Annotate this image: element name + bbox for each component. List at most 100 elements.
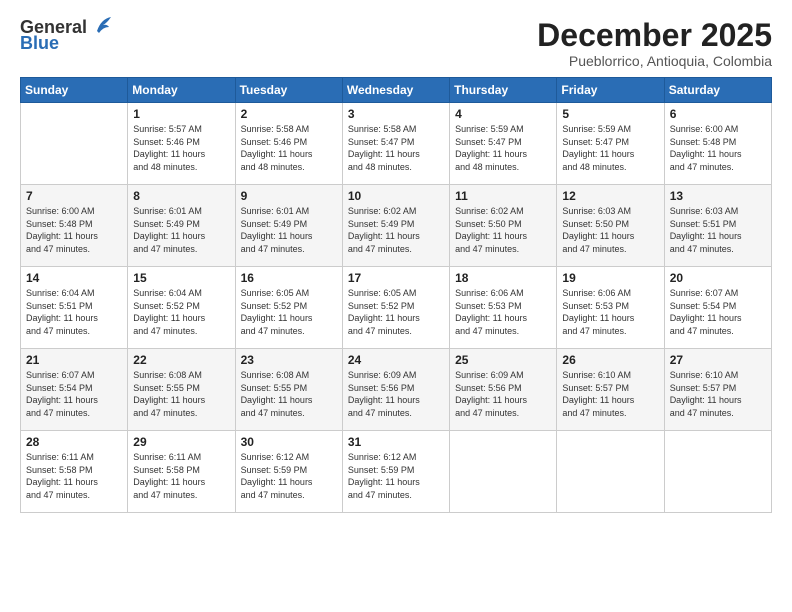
- cell-info-line: Sunrise: 6:06 AM: [455, 287, 551, 300]
- cell-info-line: Daylight: 11 hours: [348, 148, 444, 161]
- cell-w4-d5: 26Sunrise: 6:10 AMSunset: 5:57 PMDayligh…: [557, 349, 664, 431]
- cell-info-line: Sunset: 5:50 PM: [562, 218, 658, 231]
- col-tuesday: Tuesday: [235, 78, 342, 103]
- cell-info-line: Sunset: 5:52 PM: [241, 300, 337, 313]
- cell-info-line: and 47 minutes.: [133, 243, 229, 256]
- cell-info-line: Daylight: 11 hours: [26, 230, 122, 243]
- cell-w3-d0: 14Sunrise: 6:04 AMSunset: 5:51 PMDayligh…: [21, 267, 128, 349]
- day-number: 22: [133, 353, 229, 367]
- day-number: 12: [562, 189, 658, 203]
- cell-info-line: Sunset: 5:52 PM: [348, 300, 444, 313]
- cell-info-line: Daylight: 11 hours: [26, 394, 122, 407]
- day-number: 14: [26, 271, 122, 285]
- day-number: 25: [455, 353, 551, 367]
- cell-info-line: Daylight: 11 hours: [133, 476, 229, 489]
- day-number: 2: [241, 107, 337, 121]
- cell-info-line: Sunrise: 6:04 AM: [26, 287, 122, 300]
- cell-info-line: Daylight: 11 hours: [348, 312, 444, 325]
- cell-info-line: Sunset: 5:54 PM: [26, 382, 122, 395]
- day-number: 11: [455, 189, 551, 203]
- cell-info-line: Sunrise: 6:10 AM: [670, 369, 766, 382]
- cell-info-line: Daylight: 11 hours: [133, 148, 229, 161]
- cell-w1-d5: 5Sunrise: 5:59 AMSunset: 5:47 PMDaylight…: [557, 103, 664, 185]
- cell-info-line: and 47 minutes.: [455, 407, 551, 420]
- day-number: 19: [562, 271, 658, 285]
- cell-info-line: Daylight: 11 hours: [670, 394, 766, 407]
- cell-info-line: and 48 minutes.: [455, 161, 551, 174]
- cell-info-line: and 47 minutes.: [670, 161, 766, 174]
- cell-info-line: Sunset: 5:55 PM: [133, 382, 229, 395]
- cell-w5-d2: 30Sunrise: 6:12 AMSunset: 5:59 PMDayligh…: [235, 431, 342, 513]
- cell-info-line: Daylight: 11 hours: [241, 312, 337, 325]
- cell-info-line: Sunrise: 6:04 AM: [133, 287, 229, 300]
- cell-w1-d0: [21, 103, 128, 185]
- cell-info-line: and 48 minutes.: [348, 161, 444, 174]
- cell-info-line: Sunset: 5:54 PM: [670, 300, 766, 313]
- cell-info-line: Sunset: 5:47 PM: [455, 136, 551, 149]
- cell-w5-d0: 28Sunrise: 6:11 AMSunset: 5:58 PMDayligh…: [21, 431, 128, 513]
- cell-info-line: Sunset: 5:59 PM: [241, 464, 337, 477]
- cell-info-line: and 47 minutes.: [348, 243, 444, 256]
- cell-info-line: and 47 minutes.: [670, 407, 766, 420]
- cell-info-line: Sunset: 5:52 PM: [133, 300, 229, 313]
- day-number: 23: [241, 353, 337, 367]
- cell-info-line: Daylight: 11 hours: [455, 312, 551, 325]
- cell-info-line: and 47 minutes.: [26, 243, 122, 256]
- cell-info-line: Daylight: 11 hours: [562, 312, 658, 325]
- cell-info-line: and 47 minutes.: [26, 407, 122, 420]
- header-row: Sunday Monday Tuesday Wednesday Thursday…: [21, 78, 772, 103]
- cell-info-line: and 47 minutes.: [562, 243, 658, 256]
- cell-w3-d5: 19Sunrise: 6:06 AMSunset: 5:53 PMDayligh…: [557, 267, 664, 349]
- calendar-table: Sunday Monday Tuesday Wednesday Thursday…: [20, 77, 772, 513]
- cell-info-line: and 48 minutes.: [562, 161, 658, 174]
- cell-w1-d6: 6Sunrise: 6:00 AMSunset: 5:48 PMDaylight…: [664, 103, 771, 185]
- title-area: December 2025 Pueblorrico, Antioquia, Co…: [537, 18, 772, 69]
- cell-info-line: Sunrise: 5:59 AM: [562, 123, 658, 136]
- cell-info-line: Daylight: 11 hours: [670, 148, 766, 161]
- cell-w1-d2: 2Sunrise: 5:58 AMSunset: 5:46 PMDaylight…: [235, 103, 342, 185]
- day-number: 9: [241, 189, 337, 203]
- cell-info-line: Daylight: 11 hours: [26, 312, 122, 325]
- cell-info-line: Sunrise: 5:59 AM: [455, 123, 551, 136]
- cell-w4-d2: 23Sunrise: 6:08 AMSunset: 5:55 PMDayligh…: [235, 349, 342, 431]
- cell-info-line: Sunset: 5:56 PM: [455, 382, 551, 395]
- cell-info-line: Sunrise: 6:03 AM: [562, 205, 658, 218]
- cell-w4-d6: 27Sunrise: 6:10 AMSunset: 5:57 PMDayligh…: [664, 349, 771, 431]
- cell-info-line: Sunrise: 6:06 AM: [562, 287, 658, 300]
- cell-info-line: Sunrise: 6:11 AM: [133, 451, 229, 464]
- cell-info-line: Sunset: 5:58 PM: [133, 464, 229, 477]
- week-row-4: 21Sunrise: 6:07 AMSunset: 5:54 PMDayligh…: [21, 349, 772, 431]
- cell-info-line: and 47 minutes.: [348, 325, 444, 338]
- cell-w2-d4: 11Sunrise: 6:02 AMSunset: 5:50 PMDayligh…: [450, 185, 557, 267]
- header-area: General Blue December 2025 Pueblorrico, …: [20, 18, 772, 69]
- cell-info-line: Sunrise: 5:57 AM: [133, 123, 229, 136]
- cell-info-line: and 47 minutes.: [562, 325, 658, 338]
- cell-info-line: Sunrise: 6:03 AM: [670, 205, 766, 218]
- day-number: 6: [670, 107, 766, 121]
- cell-info-line: Sunset: 5:53 PM: [455, 300, 551, 313]
- cell-w3-d1: 15Sunrise: 6:04 AMSunset: 5:52 PMDayligh…: [128, 267, 235, 349]
- cell-info-line: Daylight: 11 hours: [455, 230, 551, 243]
- week-row-1: 1Sunrise: 5:57 AMSunset: 5:46 PMDaylight…: [21, 103, 772, 185]
- cell-info-line: and 47 minutes.: [348, 407, 444, 420]
- week-row-5: 28Sunrise: 6:11 AMSunset: 5:58 PMDayligh…: [21, 431, 772, 513]
- cell-info-line: Sunset: 5:57 PM: [670, 382, 766, 395]
- cell-w1-d1: 1Sunrise: 5:57 AMSunset: 5:46 PMDaylight…: [128, 103, 235, 185]
- cell-info-line: and 47 minutes.: [133, 489, 229, 502]
- cell-info-line: Daylight: 11 hours: [348, 394, 444, 407]
- cell-info-line: Daylight: 11 hours: [26, 476, 122, 489]
- cell-info-line: Sunrise: 6:10 AM: [562, 369, 658, 382]
- cell-info-line: and 47 minutes.: [133, 325, 229, 338]
- day-number: 8: [133, 189, 229, 203]
- day-number: 18: [455, 271, 551, 285]
- day-number: 15: [133, 271, 229, 285]
- cell-info-line: Sunset: 5:49 PM: [348, 218, 444, 231]
- day-number: 5: [562, 107, 658, 121]
- day-number: 30: [241, 435, 337, 449]
- cell-info-line: Sunset: 5:47 PM: [562, 136, 658, 149]
- cell-info-line: Daylight: 11 hours: [670, 230, 766, 243]
- cell-info-line: and 47 minutes.: [26, 325, 122, 338]
- day-number: 28: [26, 435, 122, 449]
- cell-info-line: Sunrise: 6:00 AM: [670, 123, 766, 136]
- logo-blue: Blue: [20, 34, 59, 54]
